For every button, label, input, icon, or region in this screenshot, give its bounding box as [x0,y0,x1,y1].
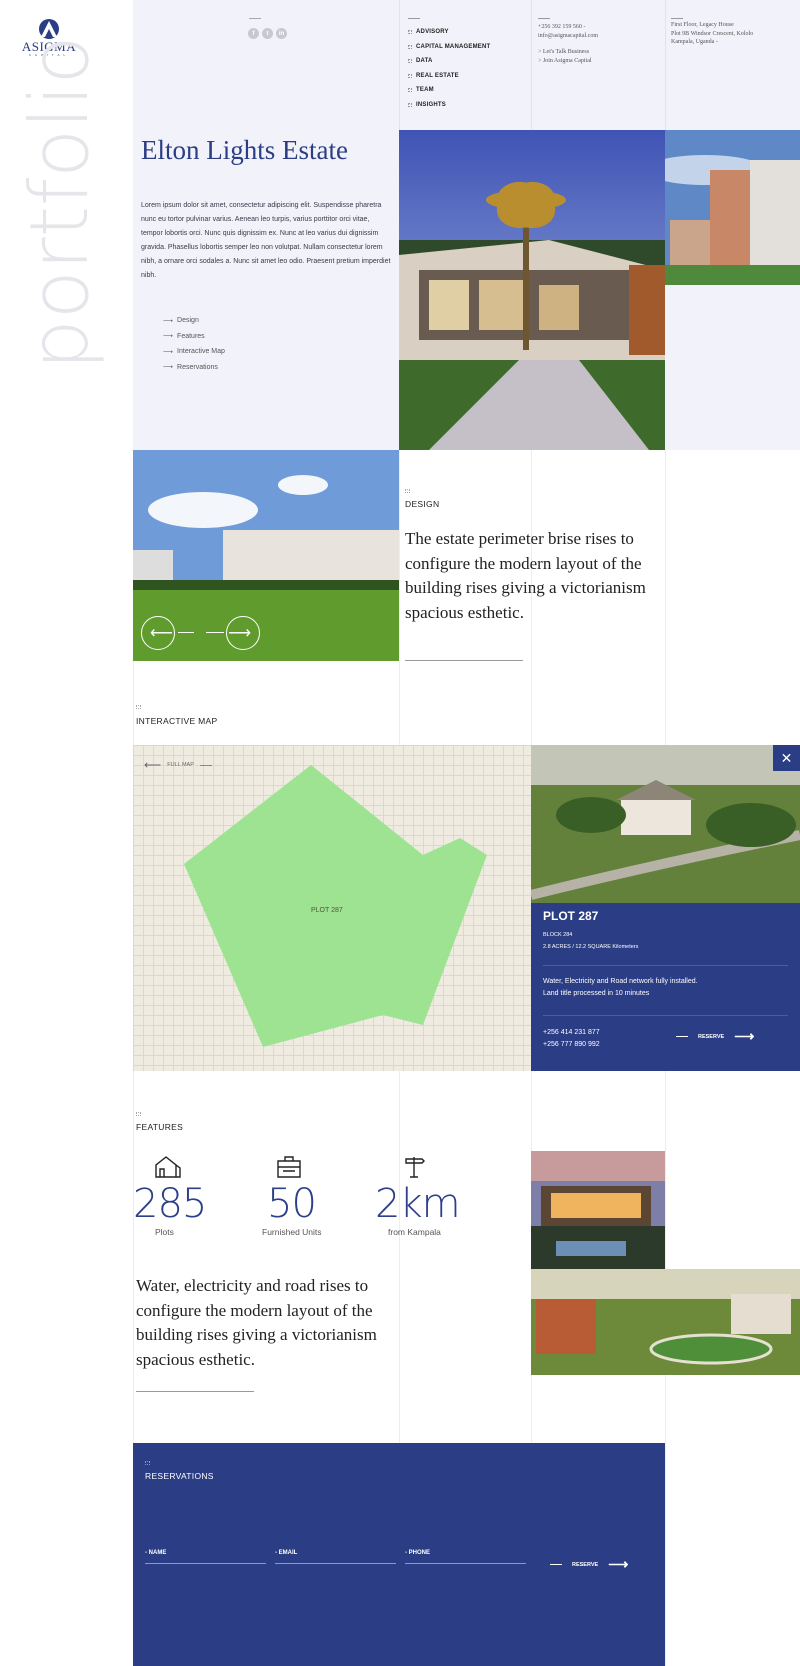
nav-item-data[interactable]: DATA [408,54,490,69]
contact-link-join[interactable]: > Join Asigma Capital [538,57,598,66]
feature-value: 285 [133,1181,207,1227]
name-field[interactable]: - NAME [145,1550,266,1564]
nav-item-capital-management[interactable]: CAPITAL MANAGEMENT [408,40,490,55]
arrow-right-icon: ⟶ [608,1556,629,1572]
feature-value: 50 [267,1181,317,1227]
arrow-left-icon: ⟵ [144,758,162,772]
feature-label: Furnished Units [262,1227,322,1237]
contact-block: +256 392 159 560 - info@asigmacapital.co… [538,23,598,65]
resort-night-image [531,1151,665,1269]
nav-item-team[interactable]: TEAM [408,83,490,98]
plot-phone-1[interactable]: +256 414 231 877 [543,1029,600,1036]
plot-block: BLOCK 284 [543,932,573,938]
anchor-link-design[interactable]: ⟶ Design [163,313,225,329]
nav-item-real-estate[interactable]: REAL ESTATE [408,69,490,84]
anchor-link-interactive-map[interactable]: ⟶ Interactive Map [163,344,225,360]
features-text: Water, electricity and road rises to con… [136,1276,377,1369]
twitter-icon[interactable]: t [262,28,273,39]
hero-description: Lorem ipsum dolor sit amet, consectetur … [141,202,391,279]
hero-text-bg [133,130,399,450]
plot-info-title: Land title processed in 10 minutes [543,990,650,997]
reservation-reserve-button[interactable]: RESERVE ⟶ [550,1556,628,1573]
anchor-link-features[interactable]: ⟶ Features [163,329,225,345]
close-panel-button[interactable]: ✕ [773,745,800,771]
social-links: f t in [248,28,287,39]
close-icon: ✕ [780,749,793,766]
design-label: DESIGN [405,499,440,509]
feature-plots: 285 Plots [133,1155,233,1237]
hero-villa-image [399,130,665,450]
arrow-left-icon: ⟵ [150,625,173,642]
village-image [531,1269,800,1375]
contact-phone[interactable]: +256 392 159 560 - [538,23,598,32]
anchor-link-reservations[interactable]: ⟶ Reservations [163,360,225,376]
vertical-portfolio-word: portfolio [13,35,106,371]
main-nav: ADVISORY CAPITAL MANAGEMENT DATA REAL ES… [408,25,490,112]
hero-anchor-links: ⟶ Design ⟶ Features ⟶ Interactive Map ⟶ Rese… [163,313,225,375]
plot-phone-2[interactable]: +256 777 890 992 [543,1041,600,1048]
contact-email[interactable]: info@asigmacapital.com [538,32,598,41]
nav-item-insights[interactable]: INSIGHTS [408,98,490,113]
signpost-icon [405,1157,425,1178]
contact-link-business[interactable]: > Let's Talk Business [538,48,598,57]
facebook-icon[interactable]: f [248,28,259,39]
email-field[interactable]: - EMAIL [275,1550,396,1564]
interactive-map-label: INTERACTIVE MAP [136,716,218,726]
feature-distance: 2km from Kampala [375,1155,485,1237]
arrow-right-icon: ⟶ [228,625,251,642]
furniture-icon [277,1156,301,1178]
plot-287-label: PLOT 287 [311,907,343,914]
plot-details-panel: PLOT 287 BLOCK 284 2.8 ACRES / 12.2 SQUA… [531,903,800,1071]
feature-label: from Kampala [388,1227,441,1237]
interactive-map[interactable]: PLOT 287 [133,745,531,1071]
arrow-right-icon: ⟶ [163,364,174,372]
slider-prev-button[interactable]: ⟵ [141,616,175,650]
plot-reserve-button[interactable]: RESERVE ⟶ [676,1028,754,1045]
feature-furnished: 50 Furnished Units [262,1155,372,1237]
nav-item-advisory[interactable]: ADVISORY [408,25,490,40]
plot-size: 2.8 ACRES / 12.2 SQUARE Kilometers [543,944,639,950]
arrow-right-icon: ⟶ [734,1028,755,1044]
plot-image [531,745,800,903]
feature-label: Plots [155,1227,174,1237]
features-label: FEATURES [136,1122,184,1132]
design-text: The estate perimeter brise rises to conf… [405,529,646,622]
reservations-label: RESERVATIONS [145,1471,214,1481]
slider-next-button[interactable]: ⟶ [226,616,260,650]
phone-field[interactable]: - PHONE [405,1550,526,1564]
linkedin-icon[interactable]: in [276,28,287,39]
house-icon [155,1156,181,1178]
plot-title: PLOT 287 [543,909,599,923]
arrow-right-icon: ⟶ [163,348,174,356]
full-map-button[interactable]: ⟵ FULL MAP [144,758,212,772]
plot-info-utilities: Water, Electricity and Road network full… [543,978,698,985]
feature-value: 2km [375,1181,461,1227]
arrow-right-icon: ⟶ [163,317,174,325]
arrow-right-icon: ⟶ [163,333,174,341]
page-title: Elton Lights Estate [141,135,348,165]
address-block: First Floor, Legacy House Plot 9B Windso… [671,22,754,45]
hero-tower-image [665,130,800,285]
